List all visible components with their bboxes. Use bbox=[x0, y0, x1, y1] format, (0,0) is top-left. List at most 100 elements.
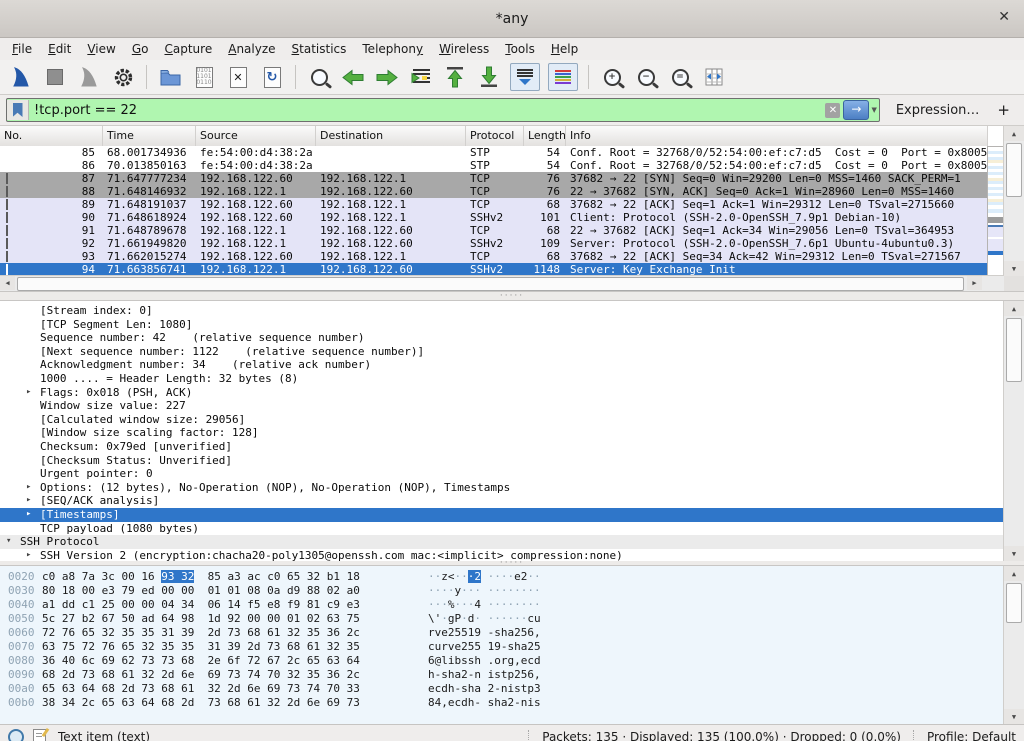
hex-row[interactable]: 0040a1 dd c1 25 00 00 04 34 06 14 f5 e8 … bbox=[8, 598, 1000, 612]
menu-telephony[interactable]: Telephony bbox=[354, 40, 431, 58]
start-capture-fin-icon[interactable] bbox=[8, 64, 34, 90]
menu-tools[interactable]: Tools bbox=[497, 40, 543, 58]
zoom-original-magnifier-icon[interactable]: = bbox=[667, 64, 693, 90]
detail-line[interactable]: [Calculated window size: 29056] bbox=[0, 413, 1004, 427]
packet-row[interactable]: 8971.648191037192.168.122.60192.168.122.… bbox=[0, 198, 988, 211]
packet-list-vertical-scrollbar[interactable]: ▲ ▼ bbox=[1003, 126, 1024, 276]
packet-row[interactable]: 8871.648146932192.168.122.1192.168.122.6… bbox=[0, 185, 988, 198]
detail-line[interactable]: Acknowledgment number: 34 (relative ack … bbox=[0, 358, 1004, 372]
open-file-folder-icon[interactable] bbox=[157, 64, 183, 90]
hex-row[interactable]: 003080 18 00 e3 79 ed 00 00 01 01 08 0a … bbox=[8, 584, 1000, 598]
detail-line[interactable]: [TCP Segment Len: 1080] bbox=[0, 318, 1004, 332]
hex-vertical-scrollbar[interactable]: ▲ ▼ bbox=[1003, 566, 1024, 724]
menu-wireless[interactable]: Wireless bbox=[431, 40, 497, 58]
intelligent-scrollbar-minimap[interactable] bbox=[987, 146, 1004, 276]
hex-row[interactable]: 00a065 63 64 68 2d 73 68 61 32 2d 6e 69 … bbox=[8, 682, 1000, 696]
capture-options-gear-icon[interactable] bbox=[110, 64, 136, 90]
scroll-down-arrow-icon[interactable]: ▼ bbox=[1004, 546, 1024, 561]
detail-line[interactable]: [Next sequence number: 1122 (relative se… bbox=[0, 345, 1004, 359]
menu-help[interactable]: Help bbox=[543, 40, 586, 58]
expander-right-icon[interactable]: ▸ bbox=[26, 549, 31, 561]
scroll-right-arrow-icon[interactable]: ▶ bbox=[967, 276, 982, 290]
hex-row[interactable]: 007063 75 72 76 65 32 35 35 31 39 2d 73 … bbox=[8, 640, 1000, 654]
column-header-protocol[interactable]: Protocol bbox=[466, 126, 524, 146]
scroll-down-arrow-icon[interactable]: ▼ bbox=[1004, 709, 1024, 724]
hscrollbar-thumb[interactable] bbox=[17, 277, 964, 291]
expert-info-icon[interactable] bbox=[8, 729, 24, 741]
column-header-source[interactable]: Source bbox=[196, 126, 316, 146]
go-forward-arrow-icon[interactable] bbox=[374, 64, 400, 90]
scroll-down-arrow-icon[interactable]: ▼ bbox=[1004, 261, 1024, 276]
packet-row[interactable]: 9371.662015274192.168.122.60192.168.122.… bbox=[0, 250, 988, 263]
colorize-toggle-icon[interactable] bbox=[548, 63, 578, 91]
detail-line[interactable]: ▸Options: (12 bytes), No-Operation (NOP)… bbox=[0, 481, 1004, 495]
column-header-destination[interactable]: Destination bbox=[316, 126, 466, 146]
scrollbar-thumb[interactable] bbox=[1006, 318, 1022, 382]
detail-line[interactable]: Window size value: 227 bbox=[0, 399, 1004, 413]
detail-line[interactable]: ▸[SEQ/ACK analysis] bbox=[0, 494, 1004, 508]
expander-right-icon[interactable]: ▸ bbox=[26, 386, 31, 400]
detail-line[interactable]: [Checksum Status: Unverified] bbox=[0, 454, 1004, 468]
scroll-up-arrow-icon[interactable]: ▲ bbox=[1004, 301, 1024, 316]
go-last-packet-icon[interactable] bbox=[476, 64, 502, 90]
menu-go[interactable]: Go bbox=[124, 40, 157, 58]
capture-comment-icon[interactable] bbox=[33, 729, 46, 741]
expander-right-icon[interactable]: ▸ bbox=[26, 508, 31, 522]
add-filter-button[interactable]: + bbox=[995, 101, 1018, 119]
column-header-no[interactable]: No. bbox=[0, 126, 103, 146]
packet-row[interactable]: 9171.648789678192.168.122.1192.168.122.6… bbox=[0, 224, 988, 237]
pane-splitter-1[interactable]: ····· bbox=[0, 291, 1024, 301]
packet-row[interactable]: 9071.648618924192.168.122.60192.168.122.… bbox=[0, 211, 988, 224]
column-header-time[interactable]: Time bbox=[103, 126, 196, 146]
autoscroll-toggle-icon[interactable] bbox=[510, 63, 540, 91]
detail-line[interactable]: Sequence number: 42 (relative sequence n… bbox=[0, 331, 1004, 345]
filter-bookmark-button[interactable] bbox=[7, 100, 29, 120]
expander-down-icon[interactable]: ▾ bbox=[6, 535, 11, 549]
detail-line[interactable]: ▸Flags: 0x018 (PSH, ACK) bbox=[0, 386, 1004, 400]
detail-line[interactable]: [Window size scaling factor: 128] bbox=[0, 426, 1004, 440]
expression-button[interactable]: Expression… bbox=[886, 103, 990, 118]
reload-file-icon[interactable]: ↻ bbox=[259, 64, 285, 90]
detail-line[interactable]: [Stream index: 0] bbox=[0, 304, 1004, 318]
hex-row[interactable]: 0020c0 a8 7a 3c 00 16 93 32 85 a3 ac c0 … bbox=[8, 570, 1000, 584]
column-header-info[interactable]: Info bbox=[566, 126, 988, 146]
filter-apply-button[interactable]: → bbox=[843, 100, 869, 120]
close-file-icon[interactable]: ✕ bbox=[225, 64, 251, 90]
menu-edit[interactable]: Edit bbox=[40, 40, 79, 58]
stop-capture-icon[interactable] bbox=[42, 64, 68, 90]
go-first-packet-icon[interactable] bbox=[442, 64, 468, 90]
menu-view[interactable]: View bbox=[79, 40, 123, 58]
display-filter-input[interactable] bbox=[29, 103, 825, 118]
menu-analyze[interactable]: Analyze bbox=[220, 40, 283, 58]
hex-row[interactable]: 00505c 27 b2 67 50 ad 64 98 1d 92 00 00 … bbox=[8, 612, 1000, 626]
menu-capture[interactable]: Capture bbox=[156, 40, 220, 58]
hex-row[interactable]: 006072 76 65 32 35 35 31 39 2d 73 68 61 … bbox=[8, 626, 1000, 640]
go-back-arrow-icon[interactable] bbox=[340, 64, 366, 90]
packet-row[interactable]: 8568.001734936fe:54:00:d4:38:2aSTP54Conf… bbox=[0, 146, 988, 159]
menu-statistics[interactable]: Statistics bbox=[284, 40, 355, 58]
packet-row[interactable]: 9271.661949820192.168.122.1192.168.122.6… bbox=[0, 237, 988, 250]
hex-row[interactable]: 009068 2d 73 68 61 32 2d 6e 69 73 74 70 … bbox=[8, 668, 1000, 682]
expander-right-icon[interactable]: ▸ bbox=[26, 481, 31, 495]
scroll-left-arrow-icon[interactable]: ◀ bbox=[0, 276, 15, 290]
restart-capture-fin-icon[interactable] bbox=[76, 64, 102, 90]
detail-line[interactable]: ▾SSH Protocol bbox=[0, 535, 1004, 549]
filter-clear-button[interactable]: ✕ bbox=[825, 103, 840, 118]
detail-line[interactable]: TCP payload (1080 bytes) bbox=[0, 522, 1004, 536]
packet-row[interactable]: 8771.647777234192.168.122.60192.168.122.… bbox=[0, 172, 988, 185]
scroll-up-arrow-icon[interactable]: ▲ bbox=[1004, 126, 1024, 141]
profile-status[interactable]: Profile: Default bbox=[927, 730, 1016, 741]
zoom-out-magnifier-icon[interactable]: − bbox=[633, 64, 659, 90]
details-vertical-scrollbar[interactable]: ▲ ▼ bbox=[1003, 301, 1024, 561]
detail-line[interactable]: ▸[Timestamps] bbox=[0, 508, 1004, 522]
resize-columns-icon[interactable] bbox=[701, 64, 727, 90]
go-to-packet-icon[interactable] bbox=[408, 64, 434, 90]
close-window-button[interactable]: ✕ bbox=[998, 9, 1010, 25]
hex-row[interactable]: 00b038 34 2c 65 63 64 68 2d 73 68 61 32 … bbox=[8, 696, 1000, 710]
expander-right-icon[interactable]: ▸ bbox=[26, 494, 31, 508]
detail-line[interactable]: Urgent pointer: 0 bbox=[0, 467, 1004, 481]
scrollbar-thumb[interactable] bbox=[1006, 143, 1022, 197]
packet-list-horizontal-scrollbar[interactable]: ◀ ▶ bbox=[0, 275, 1004, 291]
scrollbar-thumb[interactable] bbox=[1006, 583, 1022, 623]
find-packet-magnifier-icon[interactable] bbox=[306, 64, 332, 90]
